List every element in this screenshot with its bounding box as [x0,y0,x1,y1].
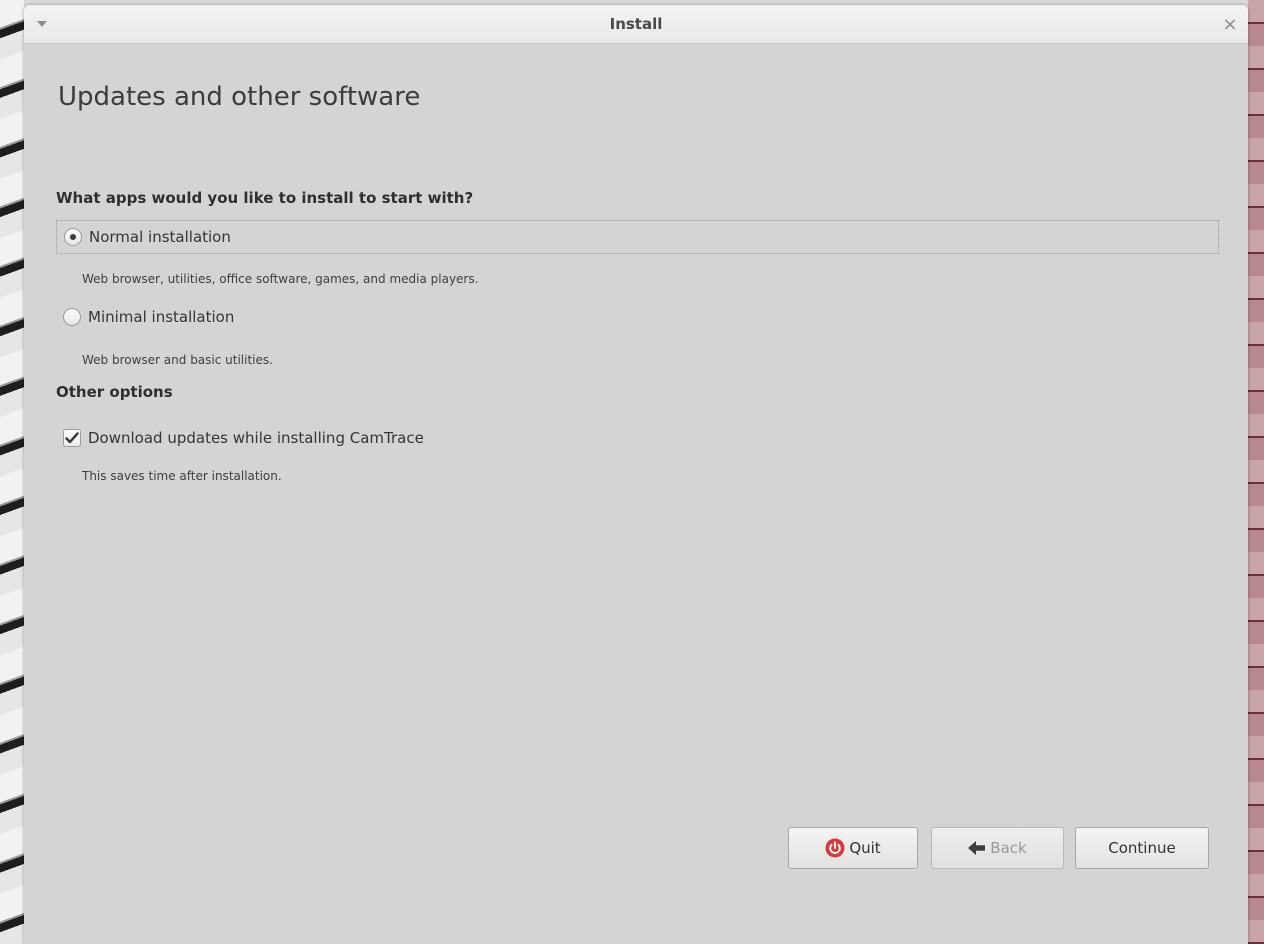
checkmark-icon [65,432,79,444]
other-options-heading: Other options [56,383,173,401]
minimal-installation-radio[interactable]: Minimal installation [56,300,234,334]
installer-window: Install × Updates and other software Wha… [24,5,1248,944]
radio-dot [70,234,76,240]
desktop-background-right [1248,0,1264,944]
apps-section-heading: What apps would you like to install to s… [56,189,474,207]
installer-content: Updates and other software What apps wou… [24,44,1248,944]
window-title: Install [609,15,663,33]
close-icon: × [1222,13,1238,35]
normal-installation-label: Normal installation [89,228,231,246]
desktop-background-left [0,0,24,944]
quit-button-label: Quit [849,839,881,857]
download-updates-checkbox-row[interactable]: Download updates while installing CamTra… [56,421,424,455]
radio-button-unselected[interactable] [63,308,81,326]
title-bar: Install × [24,5,1248,44]
radio-button-selected[interactable] [64,228,82,246]
continue-button-label: Continue [1108,839,1176,857]
back-button-label: Back [990,839,1027,857]
arrow-left-icon [968,841,986,855]
page-title: Updates and other software [58,82,421,112]
normal-installation-radio[interactable]: Normal installation [56,220,1219,254]
back-button[interactable]: Back [931,827,1064,869]
download-updates-checkbox[interactable] [63,429,81,447]
minimal-installation-description: Web browser and basic utilities. [82,353,273,367]
close-button[interactable]: × [1220,13,1240,35]
download-updates-label: Download updates while installing CamTra… [88,429,424,447]
download-updates-description: This saves time after installation. [82,469,282,483]
continue-button[interactable]: Continue [1075,827,1209,869]
quit-button[interactable]: Quit [788,827,918,869]
minimal-installation-label: Minimal installation [88,308,235,326]
power-icon [825,838,845,858]
normal-installation-description: Web browser, utilities, office software,… [82,272,479,286]
